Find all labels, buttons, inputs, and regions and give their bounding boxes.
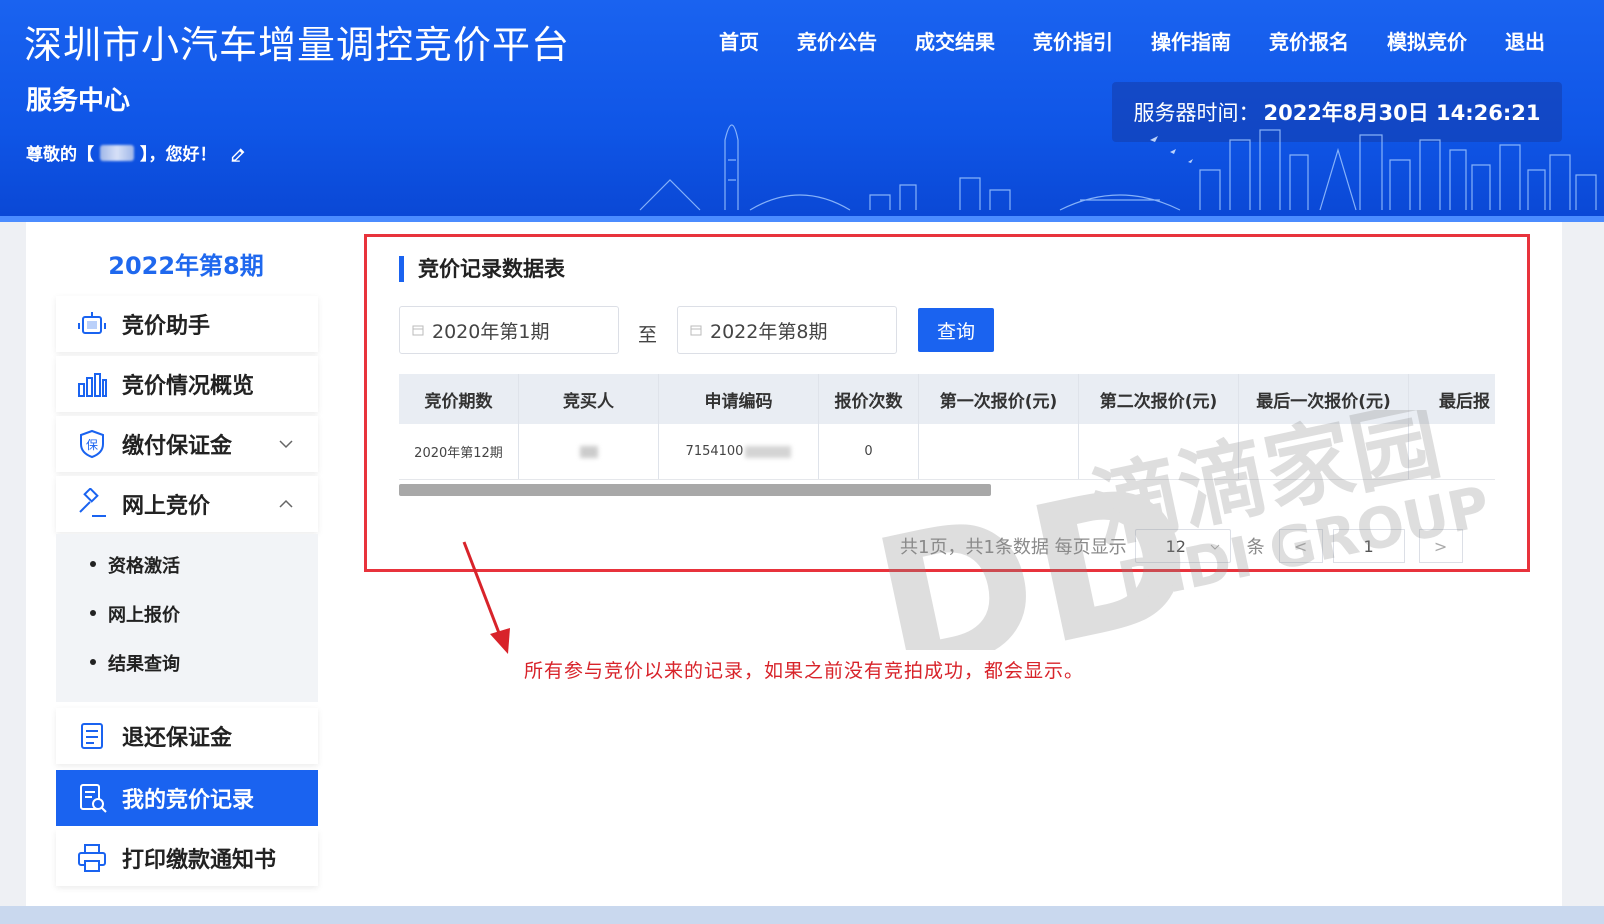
nav-logout[interactable]: 退出 bbox=[1486, 26, 1564, 55]
submenu-online-quote[interactable]: 网上报价 bbox=[90, 601, 180, 627]
current-period: 2022年第8期 bbox=[108, 252, 264, 280]
document-icon bbox=[74, 718, 110, 754]
table-header: 竞价期数 竞买人 申请编码 报价次数 第一次报价(元) 第二次报价(元) 最后一… bbox=[399, 374, 1495, 424]
sidebar-item-print-payment-notice[interactable]: 打印缴款通知书 bbox=[56, 830, 318, 886]
sidebar-item-pay-deposit[interactable]: 保 缴付保证金 bbox=[56, 416, 318, 472]
page-size-select[interactable]: 12 bbox=[1134, 529, 1231, 563]
section-title: 竞价记录数据表 bbox=[399, 256, 565, 282]
edit-icon[interactable] bbox=[229, 144, 247, 162]
query-button[interactable]: 查询 bbox=[918, 308, 994, 352]
cell-application-code: 7154100 bbox=[659, 424, 819, 479]
range-separator: 至 bbox=[638, 324, 658, 346]
submenu-result-query[interactable]: 结果查询 bbox=[90, 650, 180, 676]
start-period-value: 2020年第1期 bbox=[432, 320, 550, 343]
column-header: 第一次报价(元) bbox=[919, 374, 1079, 424]
online-bid-submenu: 资格激活 网上报价 结果查询 bbox=[56, 534, 318, 702]
cell-second-bid bbox=[1079, 424, 1239, 479]
gavel-icon bbox=[74, 486, 110, 522]
page-size-unit: 条 bbox=[1246, 537, 1265, 558]
nav-registration[interactable]: 竞价报名 bbox=[1250, 26, 1368, 55]
nav-results[interactable]: 成交结果 bbox=[896, 26, 1014, 55]
robot-icon bbox=[74, 306, 110, 342]
annotation-text: 所有参与竞价以来的记录，如果之前没有竞拍成功，都会显示。 bbox=[524, 660, 1085, 682]
footer-band bbox=[0, 906, 1604, 924]
annotation-arrow bbox=[462, 541, 510, 654]
table-row[interactable]: 2020年第12期 7154100 0 bbox=[399, 424, 1495, 480]
user-greeting: 尊敬的【 】，您好！ bbox=[26, 140, 247, 165]
cell-bidder bbox=[519, 424, 659, 479]
redacted-bidder bbox=[579, 445, 598, 458]
pagination: 共1页，共1条数据 每页显示 12 条 < 1 > bbox=[900, 526, 1463, 566]
nav-home[interactable]: 首页 bbox=[700, 26, 778, 55]
chevron-up-icon[interactable] bbox=[278, 496, 294, 512]
nav-operation-guide[interactable]: 操作指南 bbox=[1132, 26, 1250, 55]
sidebar-item-label: 缴付保证金 bbox=[122, 434, 233, 459]
bar-chart-icon bbox=[74, 366, 110, 402]
city-skyline-decoration bbox=[639, 124, 1597, 211]
cell-period: 2020年第12期 bbox=[399, 424, 519, 479]
submenu-qualification-activation[interactable]: 资格激活 bbox=[90, 552, 180, 578]
shield-icon: 保 bbox=[74, 426, 110, 462]
end-period-value: 2022年第8期 bbox=[710, 320, 828, 343]
horizontal-scrollbar[interactable] bbox=[399, 484, 991, 496]
sidebar-item-label: 竞价情况概览 bbox=[122, 374, 255, 399]
sidebar-item-my-bid-records[interactable]: 我的竞价记录 bbox=[56, 770, 318, 826]
start-period-input[interactable]: 2020年第1期 bbox=[399, 306, 619, 354]
header-banner: 深圳市小汽车增量调控竞价平台 服务中心 尊敬的【 】，您好！ 首页 竞价公告 成… bbox=[0, 0, 1604, 222]
prev-page-button[interactable]: < bbox=[1278, 529, 1323, 563]
nav-announcement[interactable]: 竞价公告 bbox=[778, 26, 896, 55]
cell-last-bid bbox=[1239, 424, 1409, 479]
sidebar-item-label: 打印缴款通知书 bbox=[122, 848, 277, 873]
record-search-icon bbox=[74, 780, 110, 816]
printer-icon bbox=[74, 840, 110, 876]
svg-text:保: 保 bbox=[86, 438, 98, 452]
code-prefix: 7154100 bbox=[685, 444, 744, 459]
sidebar-item-online-bid[interactable]: 网上竞价 bbox=[56, 476, 318, 532]
cell-first-bid bbox=[919, 424, 1079, 479]
service-center-title: 服务中心 bbox=[26, 86, 131, 116]
sidebar-item-label: 退还保证金 bbox=[122, 726, 233, 751]
current-page-input[interactable]: 1 bbox=[1332, 529, 1405, 563]
bid-records-table: 竞价期数 竞买人 申请编码 报价次数 第一次报价(元) 第二次报价(元) 最后一… bbox=[399, 374, 1495, 484]
greeting-suffix: 】，您好！ bbox=[140, 145, 217, 165]
nav-simulation[interactable]: 模拟竞价 bbox=[1368, 26, 1486, 55]
end-period-input[interactable]: 2022年第8期 bbox=[677, 306, 897, 354]
sidebar-item-label: 我的竞价记录 bbox=[122, 788, 255, 813]
cell-bid-count: 0 bbox=[819, 424, 919, 479]
page-size-value: 12 bbox=[1165, 536, 1186, 556]
greeting-prefix: 尊敬的【 bbox=[26, 145, 94, 165]
redacted-username bbox=[100, 144, 134, 161]
sidebar-item-label: 网上竞价 bbox=[122, 494, 211, 519]
column-header: 第二次报价(元) bbox=[1079, 374, 1239, 424]
calendar-icon bbox=[412, 325, 424, 336]
column-header: 竞价期数 bbox=[399, 374, 519, 424]
platform-title: 深圳市小汽车增量调控竞价平台 bbox=[24, 23, 571, 67]
nav-guide[interactable]: 竞价指引 bbox=[1014, 26, 1132, 55]
chevron-down-icon[interactable] bbox=[278, 436, 294, 452]
chevron-down-icon bbox=[1210, 544, 1219, 550]
column-header: 最后报 bbox=[1409, 374, 1495, 424]
column-header: 申请编码 bbox=[659, 374, 819, 424]
sidebar-item-bid-overview[interactable]: 竞价情况概览 bbox=[56, 356, 318, 412]
column-header: 竞买人 bbox=[519, 374, 659, 424]
top-nav: 首页 竞价公告 成交结果 竞价指引 操作指南 竞价报名 模拟竞价 退出 bbox=[700, 26, 1564, 55]
redacted-code bbox=[745, 445, 792, 458]
next-page-button[interactable]: > bbox=[1418, 529, 1463, 563]
sidebar-item-bid-assistant[interactable]: 竞价助手 bbox=[56, 296, 318, 352]
column-header: 最后一次报价(元) bbox=[1239, 374, 1409, 424]
sidebar-item-refund-deposit[interactable]: 退还保证金 bbox=[56, 708, 318, 764]
calendar-icon bbox=[690, 325, 702, 336]
column-header: 报价次数 bbox=[819, 374, 919, 424]
sidebar-item-label: 竞价助手 bbox=[122, 314, 211, 339]
cell-last-bid-time bbox=[1409, 424, 1495, 479]
pagination-summary: 共1页，共1条数据 每页显示 bbox=[900, 537, 1127, 558]
